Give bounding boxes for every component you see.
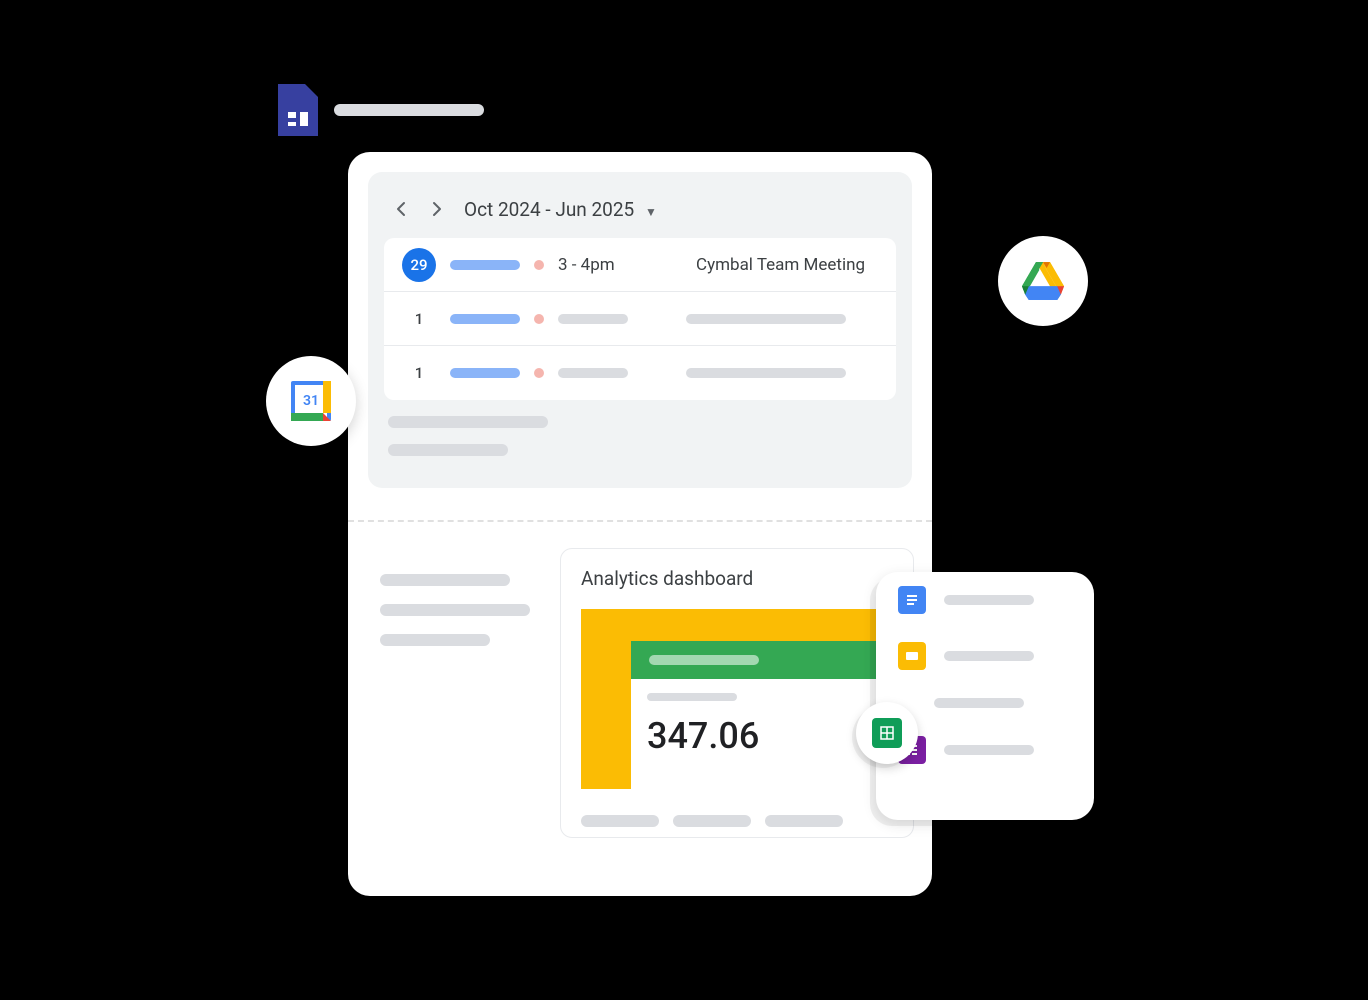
footer-placeholder — [388, 444, 508, 456]
docs-icon — [898, 586, 926, 614]
day-badge: 1 — [402, 356, 436, 390]
day-badge: 1 — [402, 302, 436, 336]
divider — [348, 520, 932, 522]
event-row[interactable]: 29 3 - 4pm Cymbal Team Meeting — [384, 238, 896, 292]
text-placeholder — [380, 604, 530, 616]
google-calendar-icon: 31 — [291, 381, 331, 421]
slides-icon — [898, 642, 926, 670]
chevron-down-icon: ▼ — [645, 205, 657, 219]
prev-button[interactable] — [388, 196, 414, 222]
date-range-label: Oct 2024 - Jun 2025 — [464, 198, 634, 221]
event-dot-icon — [534, 368, 544, 378]
day-badge: 29 — [402, 248, 436, 282]
event-chip — [450, 260, 520, 270]
time-placeholder — [558, 314, 628, 324]
drive-app-icon[interactable] — [998, 236, 1088, 326]
tab-placeholder[interactable] — [581, 815, 659, 827]
sheets-bubble[interactable] — [856, 702, 918, 764]
event-title: Cymbal Team Meeting — [696, 255, 865, 275]
calendar-header: Oct 2024 - Jun 2025 ▼ — [384, 188, 896, 238]
file-label-placeholder — [944, 651, 1034, 661]
event-time: 3 - 4pm — [558, 255, 638, 275]
file-type-slides[interactable] — [876, 628, 1094, 684]
analytics-card: Analytics dashboard 347.06 — [560, 548, 914, 838]
tab-placeholder[interactable] — [673, 815, 751, 827]
event-list: 29 3 - 4pm Cymbal Team Meeting 1 — [384, 238, 896, 400]
text-placeholders — [380, 574, 530, 646]
main-card: Oct 2024 - Jun 2025 ▼ 29 3 - 4pm Cymbal … — [348, 152, 932, 896]
sites-icon — [278, 84, 318, 136]
analytics-header-bar — [631, 641, 914, 679]
calendar-footer — [384, 400, 896, 428]
title-placeholder — [334, 104, 484, 116]
event-chip — [450, 368, 520, 378]
event-chip — [450, 314, 520, 324]
file-type-docs[interactable] — [876, 572, 1094, 628]
date-range[interactable]: Oct 2024 - Jun 2025 ▼ — [464, 198, 657, 221]
text-placeholder — [380, 634, 490, 646]
footer-placeholder — [388, 416, 548, 428]
title-placeholder — [686, 314, 846, 324]
event-row[interactable]: 1 — [384, 346, 896, 400]
sheets-icon — [872, 718, 902, 748]
sites-header — [278, 84, 484, 136]
event-row[interactable]: 1 — [384, 292, 896, 346]
file-label-placeholder — [944, 745, 1034, 755]
next-button[interactable] — [424, 196, 450, 222]
title-placeholder — [686, 368, 846, 378]
calendar-block: Oct 2024 - Jun 2025 ▼ 29 3 - 4pm Cymbal … — [368, 172, 912, 488]
calendar-app-icon[interactable]: 31 — [266, 356, 356, 446]
time-placeholder — [558, 368, 628, 378]
event-dot-icon — [534, 260, 544, 270]
analytics-tabs — [581, 815, 843, 827]
analytics-title: Analytics dashboard — [561, 549, 913, 604]
tab-placeholder[interactable] — [765, 815, 843, 827]
google-drive-icon — [1022, 262, 1064, 300]
calendar-icon-day: 31 — [291, 381, 331, 421]
event-dot-icon — [534, 314, 544, 324]
file-types-panel — [876, 572, 1094, 820]
file-label-placeholder — [944, 595, 1034, 605]
label-placeholder — [647, 693, 737, 701]
text-placeholder — [380, 574, 510, 586]
file-label-placeholder — [934, 698, 1024, 708]
